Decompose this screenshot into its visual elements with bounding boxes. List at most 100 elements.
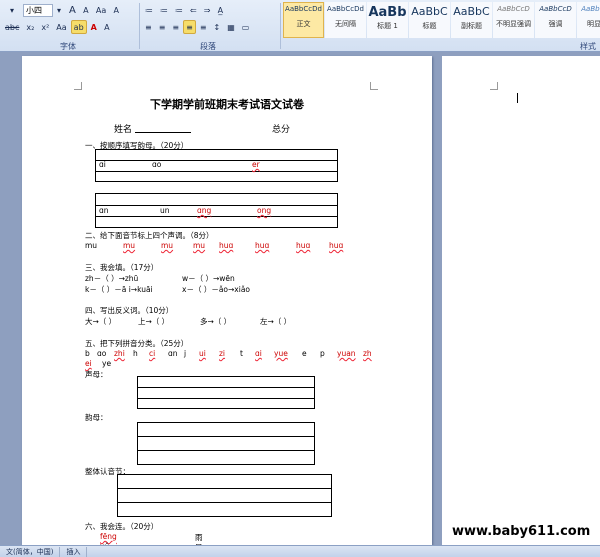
style-heading-1[interactable]: AaBb 标题 1: [367, 2, 408, 38]
justify-button[interactable]: ≡: [183, 20, 196, 34]
fill-item: x－（ ）－ǎo→xiǎo: [182, 285, 250, 294]
paragraph-row-1: ≔ ≔ ≔ ⇐ ⇒ A̲: [142, 2, 227, 18]
pinyin-item: ɑng: [197, 206, 212, 215]
box-line: [95, 171, 338, 172]
zhengti-box: [117, 474, 332, 517]
font-size-select[interactable]: 小四: [23, 3, 53, 17]
classify-item: zhi: [114, 349, 125, 358]
increase-indent-button[interactable]: ⇒: [201, 3, 214, 17]
multilevel-list-button[interactable]: ≔: [172, 3, 186, 17]
highlight-button[interactable]: ab: [70, 20, 87, 34]
box-line: [117, 502, 332, 503]
yunmu-box: [137, 422, 315, 465]
classify-item: ci: [149, 349, 156, 358]
tone-item: huɑ: [255, 241, 270, 250]
total-score-label: 总分: [272, 125, 291, 135]
align-left-button[interactable]: ≡: [142, 20, 155, 34]
font-row-2: abc x₂ x² Aa ab A A: [2, 19, 114, 35]
paragraph-group-label: 段落: [200, 42, 216, 51]
classify-item: yuan: [337, 349, 356, 358]
grow-font-button[interactable]: A: [66, 3, 79, 17]
style-normal[interactable]: AaBbCcDd 正文: [283, 2, 324, 38]
pinyin-box-2: [95, 193, 338, 228]
shading-button[interactable]: ▦: [224, 20, 238, 34]
shengmu-label: 声母：: [85, 370, 108, 379]
change-case-button[interactable]: Aa: [53, 20, 69, 34]
pinyin-item: ɑo: [152, 160, 162, 169]
tone-item: huɑ: [296, 241, 311, 250]
align-right-button[interactable]: ≡: [169, 20, 182, 34]
borders-button[interactable]: ▭: [239, 20, 253, 34]
document-area: 下学期学前班期末考试语文试卷 姓名 总分 一、按顺序填写韵母。（20分） ɑi …: [0, 52, 600, 545]
fill-item: k－（ ）－ā i→kuāi: [85, 285, 153, 294]
align-center-button[interactable]: ≡: [156, 20, 169, 34]
shrink-font-button[interactable]: A: [80, 3, 92, 17]
style-emphasis[interactable]: AaBbCcD 强调: [535, 2, 576, 38]
classify-item: zh: [363, 349, 372, 358]
box-line: [137, 450, 315, 451]
group-separator: [139, 3, 140, 49]
decrease-indent-button[interactable]: ⇐: [187, 3, 200, 17]
bullets-button[interactable]: ≔: [142, 3, 156, 17]
antonym-item: 左→（ ）: [260, 317, 292, 326]
name-underline: [135, 132, 191, 133]
insert-mode-status[interactable]: 插入: [60, 546, 88, 557]
style-subtle-emphasis[interactable]: AaBbCcD 不明显强调: [493, 2, 534, 38]
classify-item: t: [240, 349, 243, 358]
classify-item: ei: [85, 359, 92, 368]
style-subtitle[interactable]: AaBbC 副标题: [451, 2, 492, 38]
tone-item: huɑ: [219, 241, 234, 250]
font-name-dropdown-arrow[interactable]: ▾: [2, 3, 22, 17]
numbering-button[interactable]: ≔: [157, 3, 171, 17]
box-line: [137, 387, 315, 388]
section-5-heading: 五、把下列拼音分类。（25分）: [85, 339, 189, 348]
tone-item: mu: [85, 241, 98, 250]
box-line: [137, 436, 315, 437]
font-color-button[interactable]: A: [88, 20, 100, 34]
box-line: [117, 488, 332, 489]
box-line: [137, 398, 315, 399]
classify-item: ye: [102, 359, 112, 368]
strikethrough-button[interactable]: abc: [2, 20, 22, 34]
tone-item: huɑ: [329, 241, 344, 250]
match-item: fēng: [100, 532, 117, 541]
pinyin-item: ɑn: [99, 206, 109, 215]
styles-group-label: 样式: [580, 42, 596, 51]
subscript-button[interactable]: x₂: [23, 20, 37, 34]
watermark: www.baby611.com: [452, 524, 591, 539]
language-status[interactable]: 文(简体，中国): [0, 546, 61, 557]
pinyin-item: ong: [257, 206, 272, 215]
classify-item: j: [184, 349, 187, 358]
page-1[interactable]: 下学期学前班期末考试语文试卷 姓名 总分 一、按顺序填写韵母。（20分） ɑi …: [22, 56, 432, 545]
classify-item: h: [133, 349, 138, 358]
exam-title: 下学期学前班期末考试语文试卷: [150, 98, 304, 111]
classify-item: ɑo: [97, 349, 107, 358]
tone-item: mu: [161, 241, 174, 250]
chinese-layout-button[interactable]: A̲: [214, 3, 226, 17]
style-intense-emphasis[interactable]: AaBbCcD明显强: [577, 2, 600, 38]
classify-item: ɑn: [168, 349, 178, 358]
box-line: [95, 160, 338, 161]
classify-item: yue: [274, 349, 288, 358]
tone-item: mu: [193, 241, 206, 250]
fill-item: w－（ ）→wēn: [182, 274, 235, 283]
paragraph-row-2: ≡ ≡ ≡ ≡ ≡ ↕ ▦ ▭: [142, 19, 253, 35]
char-shading-button[interactable]: A: [101, 20, 113, 34]
page-2[interactable]: [442, 56, 600, 545]
superscript-button[interactable]: x²: [38, 20, 52, 34]
ribbon: ▾ 小四 ▾ A A Aa A ≔ ≔ ≔ ⇐ ⇒ A̲ abc x₂ x² A…: [0, 0, 600, 52]
section-4-heading: 四、写出反义词。（10分）: [85, 306, 174, 315]
clear-format-button[interactable]: Aa: [93, 3, 109, 17]
pinyin-guide-button[interactable]: A: [110, 3, 122, 17]
pinyin-box-1: [95, 149, 338, 182]
pinyin-item: ɑi: [99, 160, 106, 169]
style-no-spacing[interactable]: AaBbCcDd 无间隔: [325, 2, 366, 38]
shengmu-box: [137, 376, 315, 409]
tone-item: mu: [123, 241, 136, 250]
distributed-button[interactable]: ≡: [197, 20, 210, 34]
line-spacing-button[interactable]: ↕: [211, 20, 224, 34]
style-title[interactable]: AaBbC 标题: [409, 2, 450, 38]
yunmu-label: 韵母：: [85, 413, 108, 422]
dropdown-arrow-icon[interactable]: ▾: [53, 3, 65, 17]
antonym-item: 大→（ ）: [85, 317, 117, 326]
